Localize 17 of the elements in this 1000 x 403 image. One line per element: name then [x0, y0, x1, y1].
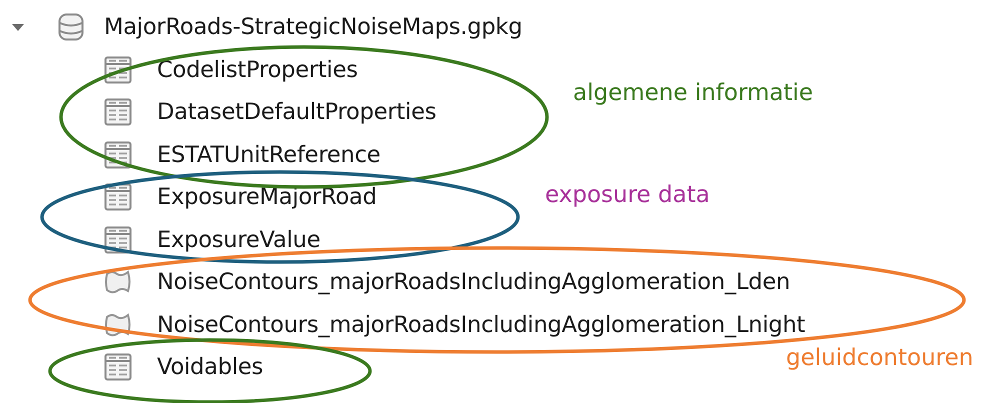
- annotation-label: geluidcontouren: [786, 345, 974, 371]
- tree-item-label[interactable]: Voidables: [157, 354, 264, 380]
- tree-item-label[interactable]: ESTATUnitReference: [157, 142, 380, 168]
- annotation-label: exposure data: [545, 182, 710, 208]
- tree-item-label[interactable]: DatasetDefaultProperties: [157, 99, 436, 126]
- tree-item-label[interactable]: NoiseContours_majorRoadsIncludingAgglomeration_Lnight: [157, 312, 806, 338]
- annotation-label: algemene informatie: [573, 80, 814, 106]
- table-icon: [104, 353, 132, 382]
- tree-item-label[interactable]: ExposureMajorRoad: [157, 184, 377, 210]
- tree-item-label[interactable]: CodelistProperties: [157, 56, 358, 83]
- database-icon: [58, 13, 84, 42]
- polygon-icon: [104, 268, 132, 296]
- table-icon: [104, 98, 132, 126]
- table-icon: [104, 183, 132, 212]
- tree-item-label[interactable]: NoiseContours_majorRoadsIncludingAgglomeration_Lden: [157, 269, 790, 296]
- tree-item-label[interactable]: ExposureValue: [157, 226, 320, 253]
- tree-item-label[interactable]: MajorRoads-StrategicNoiseMaps.gpkg: [104, 14, 522, 40]
